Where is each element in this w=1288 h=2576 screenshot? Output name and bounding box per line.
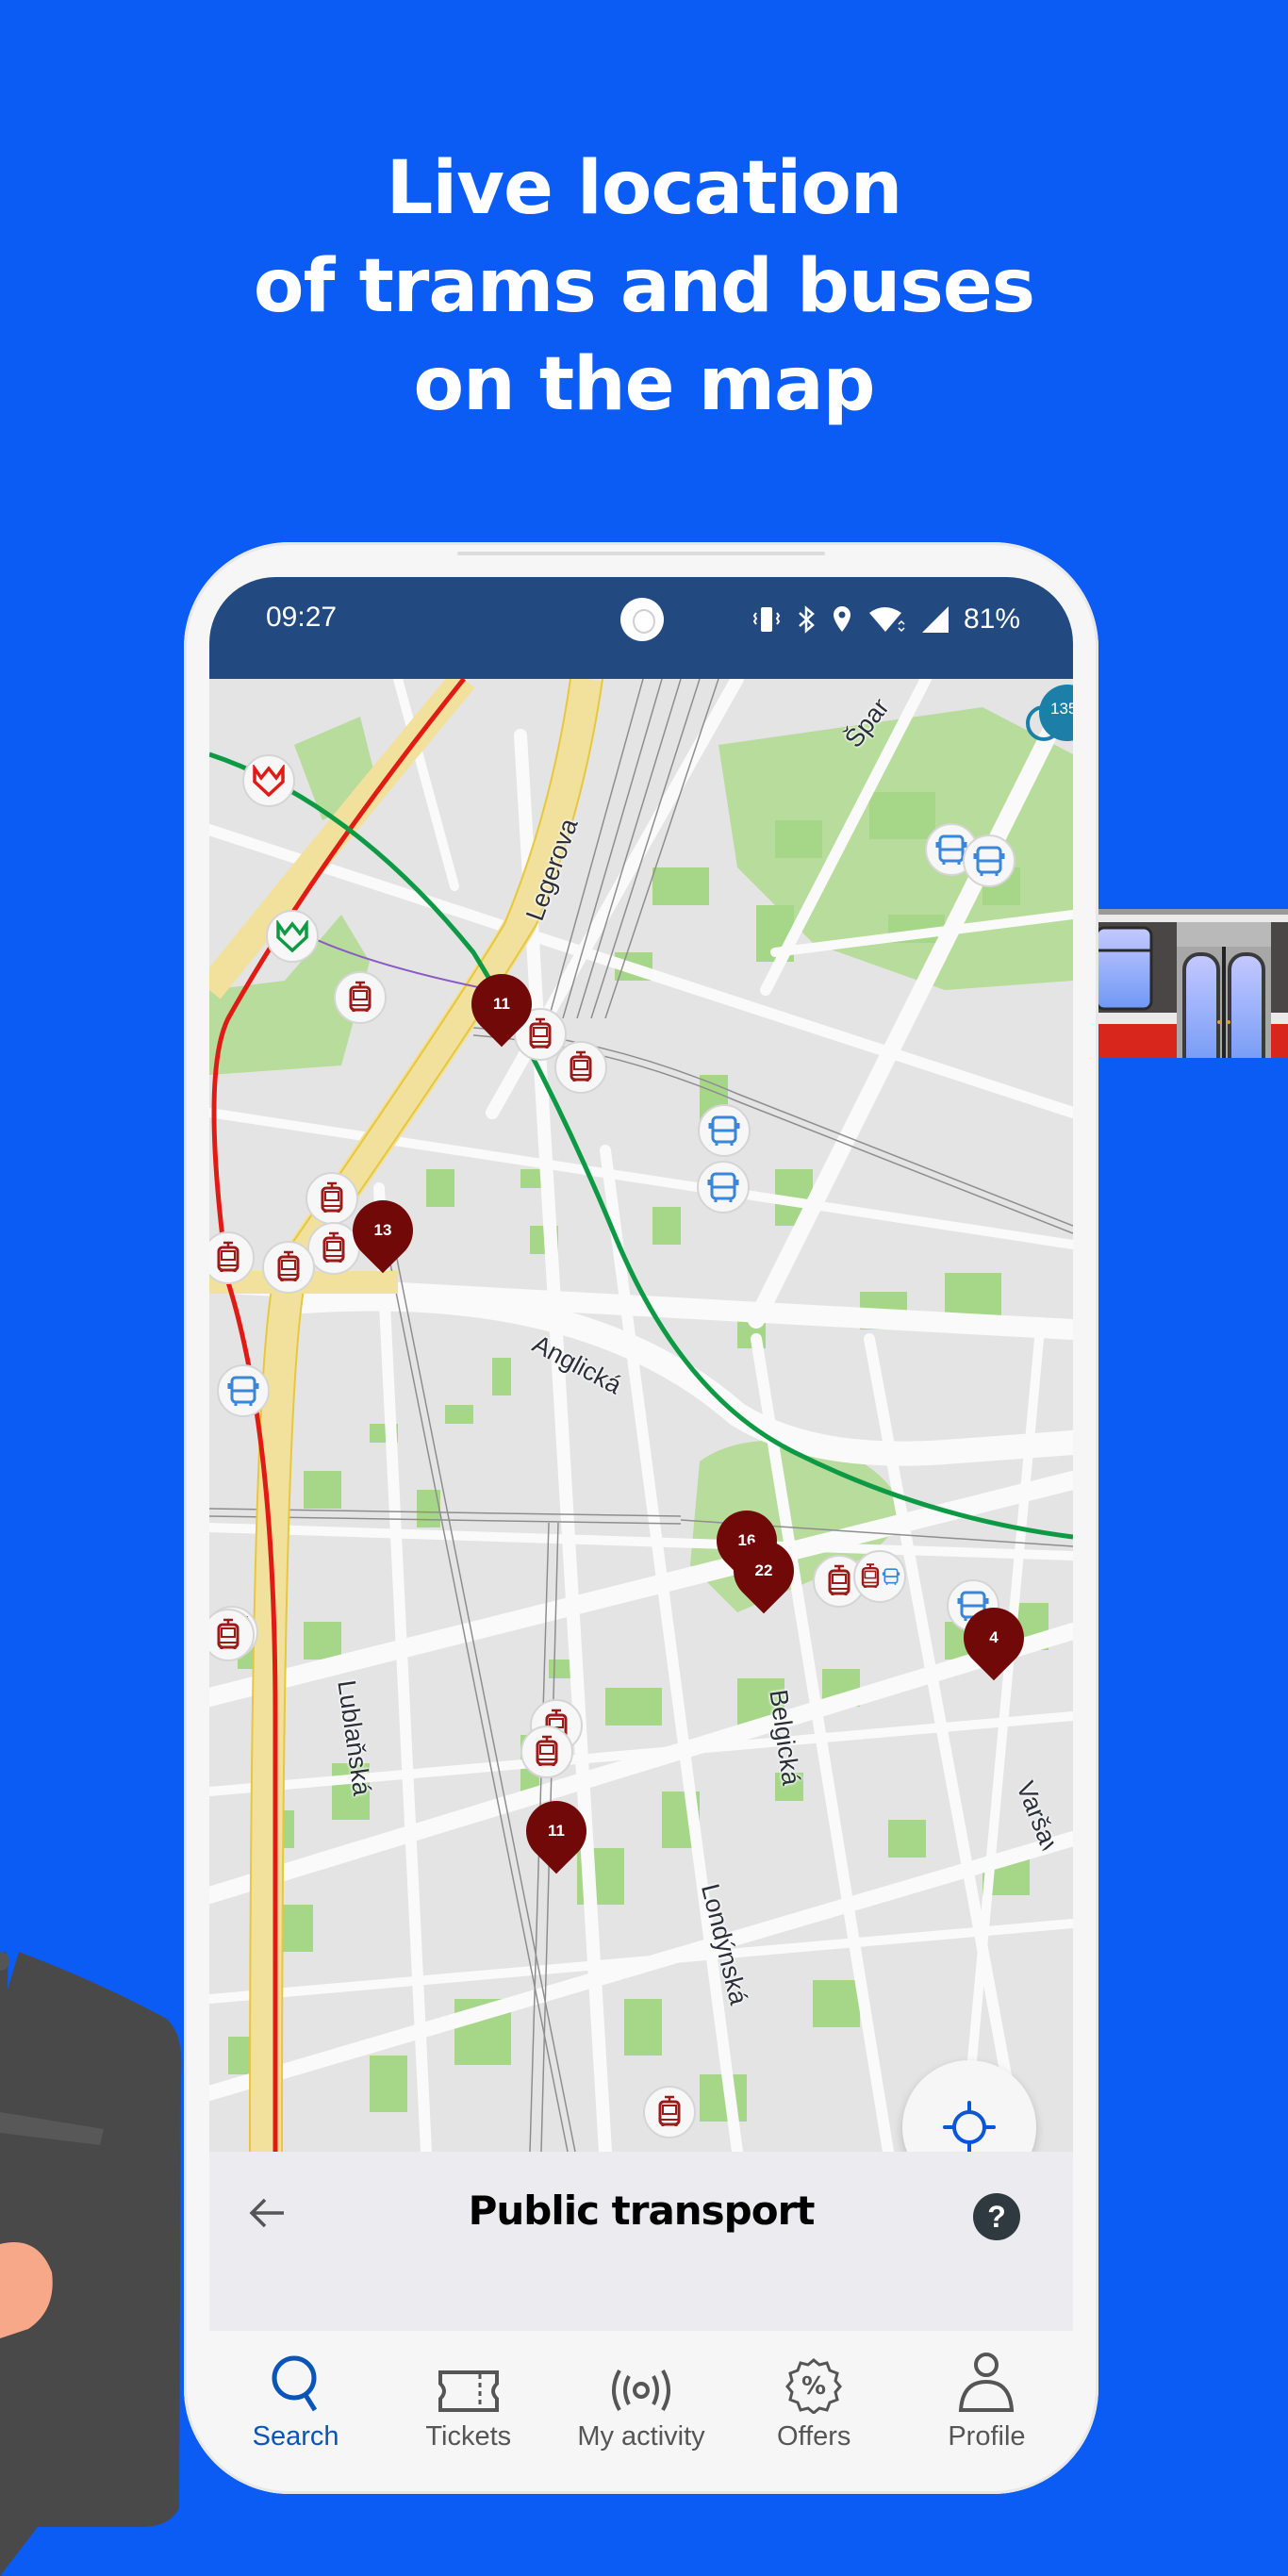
camera-cutout xyxy=(620,598,664,641)
promo-headline: Live location of trams and buses on the … xyxy=(0,140,1288,434)
tram-icon xyxy=(533,1735,561,1769)
nav-label: Tickets xyxy=(425,2421,512,2452)
metro-stop-marker[interactable] xyxy=(242,754,295,807)
status-icons: 81% xyxy=(751,598,1020,641)
metro-icon xyxy=(274,920,310,952)
signal-icon xyxy=(921,606,949,633)
bluetooth-icon xyxy=(799,605,815,634)
bottom-navigation: Search Tickets My activity % Offers Prof… xyxy=(209,2331,1073,2453)
tram-icon xyxy=(318,1181,346,1215)
tram-icon xyxy=(214,1618,242,1652)
activity-icon xyxy=(612,2370,670,2411)
map-base xyxy=(209,679,1073,2152)
person-illustration xyxy=(0,1952,182,2576)
tram-stop-marker[interactable] xyxy=(643,2086,696,2138)
phone-mockup: 09:27 81% Legerova Španělská Anglická Lu… xyxy=(184,542,1098,2494)
app-screen: 09:27 81% Legerova Španělská Anglická Lu… xyxy=(209,577,1073,2453)
vehicle-pin[interactable]: 13 xyxy=(339,1187,426,1274)
metro-stop-marker[interactable] xyxy=(266,910,319,963)
app-bar: Public transport ? xyxy=(209,2152,1073,2331)
vehicle-pin[interactable]: 11 xyxy=(513,1788,600,1874)
ticket-icon xyxy=(438,2370,499,2412)
bus-stop-marker[interactable] xyxy=(697,1161,750,1214)
tram-icon xyxy=(346,981,374,1015)
tram-icon xyxy=(274,1250,303,1284)
tram-stop-marker[interactable] xyxy=(305,1172,358,1225)
vehicle-line-number: 11 xyxy=(548,1822,565,1840)
tram-bus-icon xyxy=(859,1560,900,1593)
headline-line-1: Live location xyxy=(386,146,903,231)
svg-text:%: % xyxy=(801,2372,826,2401)
crosshair-icon xyxy=(943,2101,996,2152)
battery-level: 81% xyxy=(963,603,1020,635)
nav-offers[interactable]: % Offers xyxy=(728,2331,900,2453)
headline-line-3: on the map xyxy=(413,342,876,427)
map-view[interactable]: Legerova Španělská Anglická Lublaňská Be… xyxy=(209,679,1073,2152)
bus-stop-marker[interactable] xyxy=(963,834,1016,887)
nav-label: Profile xyxy=(948,2421,1026,2452)
tram-stop-marker[interactable] xyxy=(520,1726,573,1778)
tram-bus-stop-marker[interactable] xyxy=(853,1550,906,1603)
vehicle-line-number: 13 xyxy=(373,1221,392,1239)
page-title: Public transport xyxy=(468,2188,816,2234)
tram-icon xyxy=(320,1231,348,1265)
bus-icon xyxy=(706,1170,740,1204)
location-icon xyxy=(833,606,850,632)
metro-icon xyxy=(251,765,287,797)
vehicle-pin[interactable]: 11 xyxy=(458,961,545,1048)
tram-stop-marker[interactable] xyxy=(554,1041,607,1094)
nav-my-activity[interactable]: My activity xyxy=(554,2331,727,2453)
tram-icon xyxy=(655,2095,684,2129)
tram-stop-marker[interactable] xyxy=(334,971,387,1024)
tram-icon xyxy=(214,1241,242,1275)
vehicle-pin[interactable]: 22 xyxy=(720,1527,807,1614)
tram-illustration xyxy=(1097,909,1288,1058)
status-bar: 09:27 81% xyxy=(209,577,1073,679)
nav-label: My activity xyxy=(577,2421,705,2452)
profile-icon xyxy=(959,2353,1015,2412)
vehicle-line-number: 22 xyxy=(754,1561,773,1579)
offers-icon: % xyxy=(785,2358,843,2414)
help-button[interactable]: ? xyxy=(973,2193,1020,2240)
bus-icon xyxy=(972,844,1006,878)
cluster-count: 135 xyxy=(1050,700,1073,718)
nav-label: Offers xyxy=(776,2421,851,2452)
nav-profile[interactable]: Profile xyxy=(900,2331,1073,2453)
vehicle-pin[interactable]: 4 xyxy=(950,1594,1037,1681)
bus-stop-marker[interactable] xyxy=(217,1364,270,1417)
nav-label: Search xyxy=(252,2421,339,2452)
tram-stop-marker[interactable] xyxy=(262,1241,315,1294)
nav-search[interactable]: Search xyxy=(209,2331,382,2453)
vehicle-line-number: 11 xyxy=(493,995,510,1013)
tram-icon xyxy=(825,1564,853,1598)
bus-icon xyxy=(707,1114,741,1148)
bus-stop-marker[interactable] xyxy=(698,1104,751,1157)
headline-line-2: of trams and buses xyxy=(253,244,1035,329)
wifi-icon xyxy=(868,607,905,633)
bus-icon xyxy=(226,1374,260,1408)
tram-icon xyxy=(567,1050,595,1084)
vehicle-line-number: 4 xyxy=(989,1628,999,1646)
phone-speaker xyxy=(457,552,825,555)
search-icon xyxy=(272,2355,317,2412)
nav-tickets[interactable]: Tickets xyxy=(382,2331,554,2453)
vibrate-icon xyxy=(752,607,781,632)
status-time: 09:27 xyxy=(266,602,338,633)
